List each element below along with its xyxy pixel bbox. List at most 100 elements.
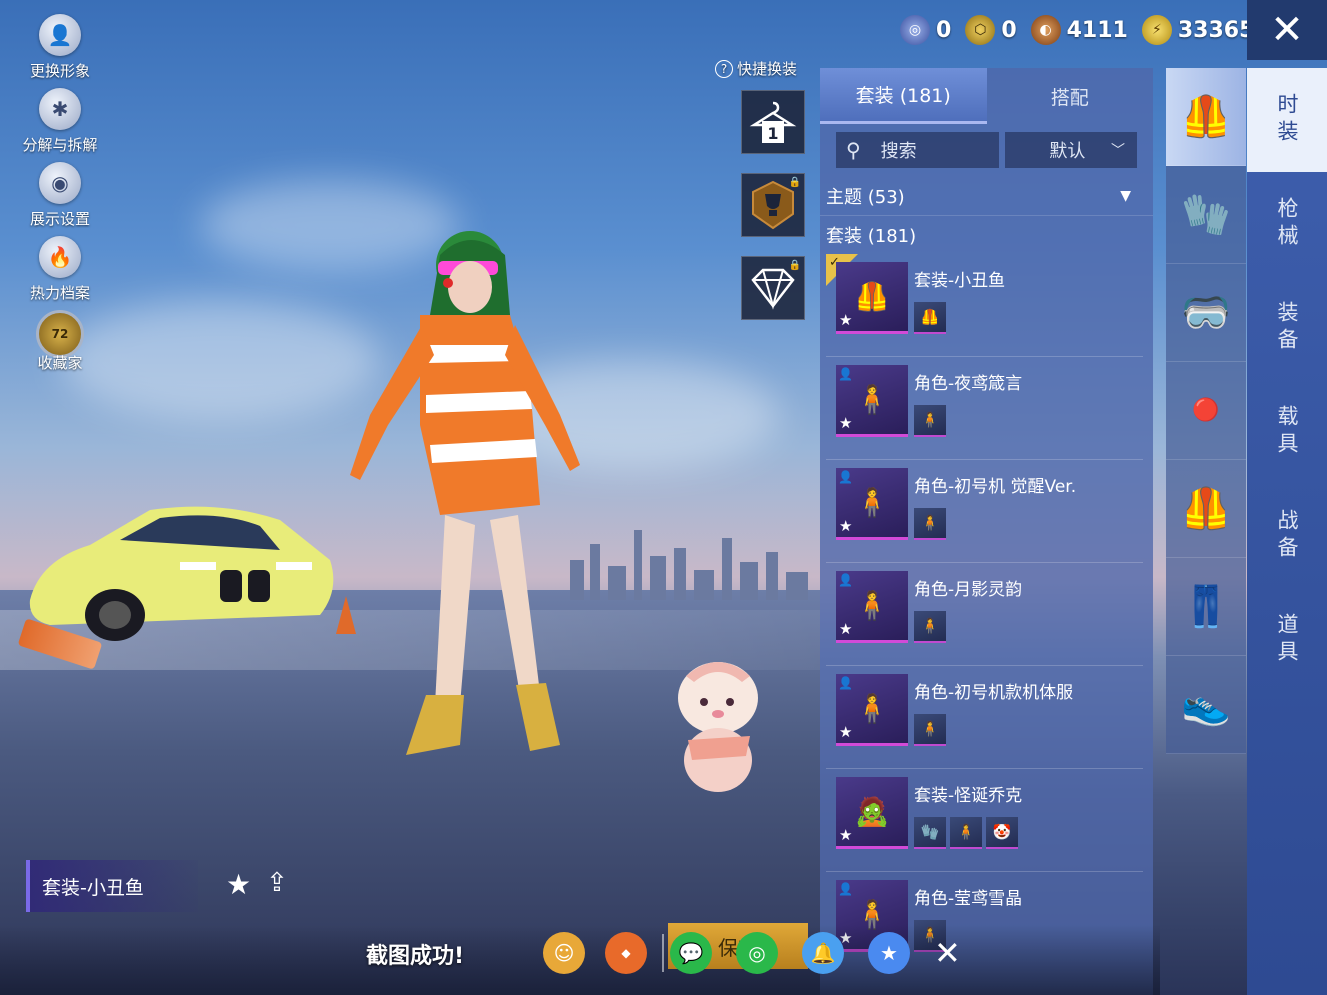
slot-pants[interactable]: 👖 <box>1166 558 1246 656</box>
tab-label: 载具 <box>1275 405 1299 459</box>
tab-combos[interactable]: 搭配 <box>987 68 1154 124</box>
tab-fashion[interactable]: 时装 <box>1247 68 1327 172</box>
star-icon: ★ <box>839 311 853 329</box>
flame-icon: 🔥 <box>39 236 81 278</box>
jacket-icon: 🦺 <box>1181 486 1231 532</box>
change-appearance-button[interactable]: 👤 更换形象 <box>14 14 106 88</box>
currency-gold-token[interactable]: ⬡ 0 <box>965 15 1017 45</box>
part-thumbnail[interactable]: 🧍 <box>914 508 946 540</box>
close-button[interactable]: ✕ <box>1247 0 1327 60</box>
item-name: 套装-怪诞乔克 <box>914 786 1023 806</box>
slot-gloves[interactable]: 🧤 <box>1166 166 1246 264</box>
close-icon: ✕ <box>1270 7 1304 53</box>
share-close-icon[interactable]: ✕ <box>934 934 961 972</box>
favorite-star-icon[interactable]: ★ <box>226 868 251 901</box>
item-name: 角色-初号机款机体服 <box>914 683 1074 703</box>
slot-jacket[interactable]: 🦺 <box>1166 68 1246 166</box>
share-icon[interactable]: ⇪ <box>266 868 288 898</box>
sports-car <box>29 506 334 641</box>
diamond-icon <box>751 268 795 310</box>
part-thumbnail[interactable]: 🦺 <box>914 302 946 334</box>
slot-outfit[interactable]: 🦺 <box>1166 460 1246 558</box>
visor-icon: 🥽 <box>1181 290 1231 336</box>
game-app-icon[interactable]: ◆ <box>605 932 647 974</box>
role-icon: 👤 <box>838 882 853 896</box>
inventory-panel: 套装 (181) 搭配 ⚲ 搜索 默认 ﹀ 主题 (53) ▼ 套装 (181)… <box>820 68 1153 995</box>
city-skyline <box>560 520 820 600</box>
quick-switch-text: 快捷换装 <box>737 60 798 78</box>
eye-icon: ◉ <box>39 162 81 204</box>
avatar-icon: 👤 <box>39 14 81 56</box>
lock-icon: 🔒 <box>788 260 801 271</box>
part-thumbnail[interactable]: 🤡 <box>986 817 1018 849</box>
search-row: ⚲ 搜索 默认 ﹀ <box>820 124 1153 176</box>
role-icon: 👤 <box>838 676 853 690</box>
heat-profile-label: 热力档案 <box>29 284 90 302</box>
qzone-icon[interactable]: ★ <box>868 932 910 974</box>
qq-icon[interactable]: 🔔 <box>802 932 844 974</box>
item-thumbnail: 🧍👤★ <box>836 674 908 746</box>
search-input[interactable]: ⚲ 搜索 <box>836 132 1000 168</box>
list-item[interactable]: 🧍 👤 ★ 角色-月影灵韵 🧍 <box>826 563 1143 666</box>
list-item[interactable]: ✓ 🦺 ★ 套装-小丑鱼 🦺 <box>826 254 1143 357</box>
glove-icon: 🧤 <box>1181 192 1231 238</box>
list-item[interactable]: 🧍 👤 ★ 角色-初号机 觉醒Ver. 🧍 <box>826 460 1143 563</box>
list-item[interactable]: 🧍 👤 ★ 角色-初号机款机体服 🧍 <box>826 666 1143 769</box>
search-icon: ⚲ <box>846 138 861 162</box>
currency-value: 0 <box>936 17 952 43</box>
quick-switch-label[interactable]: ? 快捷换装 <box>715 58 797 79</box>
pet-companion <box>678 662 758 792</box>
list-item[interactable]: 🧟 ★ 套装-怪诞乔克 🧤 🧍 🤡 <box>826 769 1143 872</box>
tab-label: 道具 <box>1275 613 1299 667</box>
tab-equipment[interactable]: 装备 <box>1247 276 1327 380</box>
current-outfit-name: 套装-小丑鱼 <box>26 860 198 912</box>
lightning-coin-icon: ⚡ <box>1141 15 1172 45</box>
star-icon: ★ <box>839 723 853 741</box>
part-thumbnail[interactable]: 🧍 <box>914 405 946 437</box>
tab-battle-prep[interactable]: 战备 <box>1247 484 1327 588</box>
decompose-button[interactable]: ✱ 分解与拆解 <box>14 88 106 162</box>
blue-coin-icon: ◎ <box>900 15 930 45</box>
currency-value: 0 <box>1001 17 1017 43</box>
part-thumbnail[interactable]: 🧤 <box>914 817 946 849</box>
theme-group-label: 主题 (53) <box>826 186 905 208</box>
slot-face[interactable]: 🔴 <box>1166 362 1246 460</box>
friends-icon[interactable]: ☺ <box>543 932 585 974</box>
sort-dropdown[interactable]: 默认 ﹀ <box>1005 132 1137 168</box>
tab-props[interactable]: 道具 <box>1247 588 1327 692</box>
currency-bronze-coin[interactable]: ◐ 4111 <box>1030 15 1128 45</box>
slot-category-column: 🦺 🧤 🥽 🔴 🦺 👖 👟 <box>1166 68 1246 754</box>
tab-suits[interactable]: 套装 (181) <box>820 68 987 124</box>
tab-label: 枪械 <box>1275 197 1299 251</box>
theme-group-header[interactable]: 主题 (53) ▼ <box>820 176 1153 216</box>
item-parts: 🧍 <box>914 611 946 643</box>
tab-vehicles[interactable]: 载具 <box>1247 380 1327 484</box>
collector-button[interactable]: 72 收藏家 <box>14 310 106 384</box>
trophy-slot-button[interactable]: 🔒 <box>741 173 805 237</box>
clown-nose-icon: 🔴 <box>1192 398 1220 423</box>
slot-shoes[interactable]: 👟 <box>1166 656 1246 754</box>
part-thumbnail[interactable]: 🧍 <box>914 714 946 746</box>
item-thumbnail: 🧍👤★ <box>836 571 908 643</box>
lock-icon: 🔒 <box>788 177 801 188</box>
star-icon: ★ <box>839 414 853 432</box>
diamond-slot-button[interactable]: 🔒 <box>741 256 805 320</box>
display-settings-button[interactable]: ◉ 展示设置 <box>14 162 106 236</box>
currency-value: 4111 <box>1066 17 1128 43</box>
slot-visor[interactable]: 🥽 <box>1166 264 1246 362</box>
star-icon: ★ <box>839 826 853 844</box>
list-item[interactable]: 🧍 👤 ★ 角色-夜鸢箴言 🧍 <box>826 357 1143 460</box>
search-placeholder: 搜索 <box>880 141 917 162</box>
heat-profile-button[interactable]: 🔥 热力档案 <box>14 236 106 310</box>
moments-icon[interactable]: ◎ <box>736 932 778 974</box>
currency-blue-coin[interactable]: ◎ 0 <box>900 15 951 45</box>
gold-token-icon: ⬡ <box>965 15 996 45</box>
part-thumbnail[interactable]: 🧍 <box>914 611 946 643</box>
shoes-icon: 👟 <box>1181 682 1231 728</box>
tab-label: 装备 <box>1275 301 1299 355</box>
quick-outfit-slot-button[interactable]: 1 <box>741 90 805 154</box>
wechat-icon[interactable]: 💬 <box>670 932 712 974</box>
part-thumbnail[interactable]: 🧍 <box>950 817 982 849</box>
suit-group-header: 套装 (181) <box>820 216 1153 254</box>
tab-weapons[interactable]: 枪械 <box>1247 172 1327 276</box>
